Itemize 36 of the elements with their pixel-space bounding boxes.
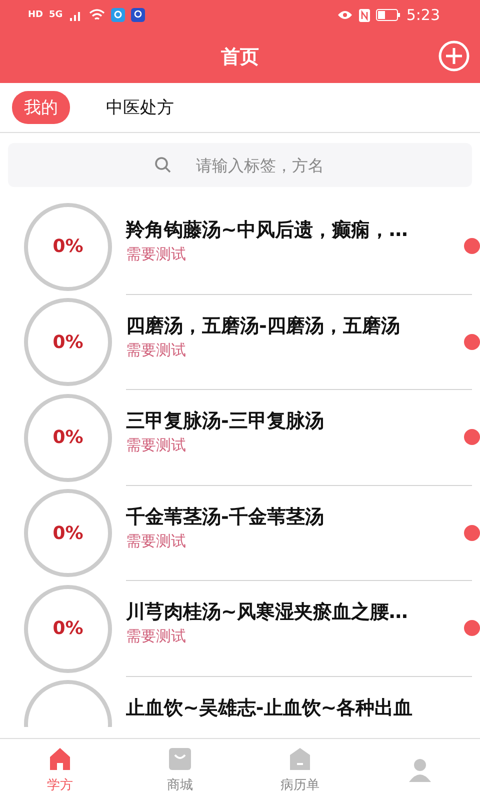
status-text: 需要测试 — [126, 532, 187, 550]
status-text: 需要测试 — [126, 245, 187, 264]
battery-icon — [376, 9, 400, 21]
formula-title[interactable]: 千金苇茎汤-千金苇茎汤 — [126, 504, 464, 530]
progress-percent: 0% — [52, 236, 84, 258]
house-icon — [287, 746, 313, 772]
formula-title[interactable]: 四磨汤，五磨汤-四磨汤，五磨汤 — [126, 312, 464, 338]
clock-time: 5:23 — [406, 6, 440, 24]
network-type: 5G — [49, 10, 63, 20]
formula-title[interactable]: 三甲复脉汤-三甲复脉汤 — [126, 408, 464, 434]
progress-percent: 0% — [52, 332, 84, 353]
category-tab[interactable]: 中医处方 — [94, 91, 186, 124]
person-icon — [407, 756, 433, 782]
formula-title[interactable]: 川芎肉桂汤~风寒湿夹瘀血之腰… — [126, 599, 464, 625]
hd-label: HD — [28, 10, 44, 20]
formula-title[interactable]: 止血饮~吴雄志-止血饮~各种出血 — [126, 694, 472, 720]
nfc-icon — [359, 8, 370, 22]
status-text: 需要测试 — [126, 627, 187, 646]
shopping-bag-icon — [167, 746, 193, 772]
progress-percent: 0% — [52, 522, 84, 544]
search-field[interactable]: 请输入标签，方名 — [8, 143, 472, 187]
status-text: 需要测试 — [126, 436, 187, 455]
progress-percent: 0% — [52, 618, 84, 640]
search-icon — [154, 156, 172, 174]
wifi-icon — [88, 9, 105, 21]
signal-icon — [68, 9, 83, 21]
search-app-icon — [110, 8, 125, 22]
progress-percent: 0% — [52, 427, 84, 448]
home-icon — [47, 746, 73, 772]
formula-title[interactable]: 羚角钩藤汤~中风后遗，癫痫，… — [126, 217, 464, 243]
status-text: 需要测试 — [126, 340, 187, 360]
add-button[interactable] — [438, 40, 470, 72]
nav-tab[interactable]: 商城 — [120, 739, 240, 800]
page-title: 首页 — [221, 44, 259, 70]
nav-tab[interactable]: 病历单 — [240, 739, 360, 800]
eye-icon — [337, 10, 354, 20]
